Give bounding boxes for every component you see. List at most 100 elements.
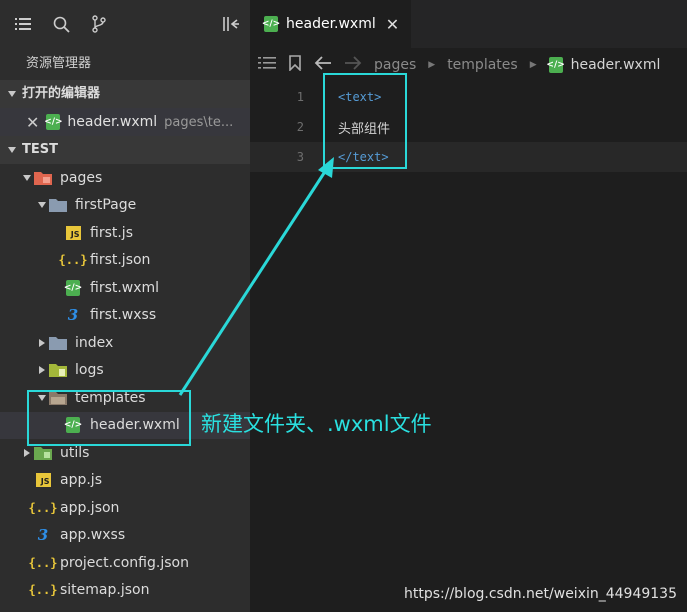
chevron-right-icon[interactable]	[39, 338, 45, 347]
tree-folder[interactable]: pages	[0, 164, 250, 192]
wxml-file-icon: </>	[44, 114, 63, 130]
tree-file[interactable]: {..} first.json	[0, 247, 250, 275]
breadcrumb-pages[interactable]: pages	[374, 57, 416, 73]
tree-file[interactable]: {..} project.config.json	[0, 549, 250, 577]
folder-utils-icon	[34, 446, 52, 460]
folder-icon	[49, 199, 67, 213]
open-editors-label: 打开的编辑器	[22, 86, 101, 101]
wxml-file-icon: </>	[64, 279, 82, 296]
project-header[interactable]: TEST	[0, 136, 250, 164]
file-icon-slot	[49, 196, 67, 214]
file-icon-slot: {..}	[29, 554, 58, 572]
tree-file[interactable]: {..} app.json	[0, 494, 250, 522]
tree-item-label: first.wxss	[90, 307, 157, 324]
json-file-icon: {..}	[28, 555, 58, 570]
folder-pages-icon	[34, 171, 52, 185]
search-icon[interactable]	[52, 15, 70, 33]
chevron-down-icon[interactable]	[23, 174, 31, 181]
file-icon-slot	[34, 444, 52, 462]
tree-file[interactable]: {..} sitemap.json	[0, 577, 250, 605]
js-file-icon: JS	[35, 473, 51, 488]
breadcrumb-file[interactable]: header.wxml	[571, 57, 661, 73]
tree-file[interactable]: 3 first.wxss	[0, 302, 250, 330]
file-tree: pages firstPage JS first.js {..} first.json </…	[0, 164, 250, 604]
caret-slot	[20, 174, 34, 181]
breadcrumb: pages ▶ templates ▶ </> header.wxml	[250, 48, 687, 82]
back-arrow-icon[interactable]	[314, 56, 332, 74]
close-icon[interactable]: ✕	[26, 113, 39, 132]
tree-file[interactable]: JS first.js	[0, 219, 250, 247]
caret-slot	[35, 366, 49, 375]
chevron-down-icon	[8, 91, 16, 97]
tree-item-label: first.js	[90, 224, 133, 241]
line-number: 2	[296, 120, 304, 134]
chevron-down-icon	[8, 147, 16, 153]
tree-item-label: project.config.json	[60, 554, 189, 571]
list-icon[interactable]	[258, 56, 276, 74]
tree-item-label: app.json	[60, 499, 120, 516]
wxml-file-icon: </>	[546, 57, 565, 73]
editor-area: </> header.wxml ✕ pages ▶ templates ▶ </…	[250, 0, 687, 612]
annotation-label: 新建文件夹、.wxml文件	[201, 412, 432, 436]
explorer-sidebar: 资源管理器 打开的编辑器 ✕ </> header.wxml pages\te.…	[0, 0, 250, 612]
chevron-right-icon: ▶	[529, 60, 537, 70]
code-line-active[interactable]: 3 </text>	[250, 142, 687, 172]
chevron-right-icon: ▶	[428, 60, 436, 70]
watermark: https://blog.csdn.net/weixin_44949135	[403, 586, 677, 602]
tree-file[interactable]: JS app.js	[0, 467, 250, 495]
open-editor-item[interactable]: ✕ </> header.wxml pages\te...	[0, 108, 250, 136]
code-line[interactable]: 2 头部组件	[250, 112, 687, 142]
tab-bar: </> header.wxml ✕	[250, 0, 687, 48]
caret-slot	[20, 448, 34, 457]
tree-item-label: utils	[60, 444, 90, 461]
breadcrumb-templates[interactable]: templates	[447, 57, 518, 73]
wxss-file-icon: 3	[67, 306, 79, 325]
file-icon-slot	[49, 361, 67, 379]
menu-icon[interactable]	[14, 15, 32, 33]
sidebar-toolbar	[0, 0, 250, 48]
file-icon-slot: JS	[34, 471, 52, 489]
close-icon[interactable]: ✕	[386, 15, 399, 34]
forward-arrow-icon[interactable]	[344, 56, 362, 74]
folder-logs-icon	[49, 364, 67, 378]
json-file-icon: {..}	[28, 583, 58, 598]
open-editor-filename: header.wxml	[67, 114, 158, 130]
caret-slot	[35, 202, 49, 209]
code-line[interactable]: 1 <text>	[250, 82, 687, 112]
tree-folder[interactable]: index	[0, 329, 250, 357]
tree-item-label: index	[75, 334, 114, 351]
json-file-icon: {..}	[58, 253, 88, 268]
chevron-right-icon[interactable]	[39, 366, 45, 375]
tree-file[interactable]: 3 app.wxss	[0, 522, 250, 550]
tree-folder[interactable]: logs	[0, 357, 250, 385]
tree-item-label: logs	[75, 362, 104, 379]
open-editor-path: pages\te...	[164, 114, 234, 130]
file-icon-slot: {..}	[29, 581, 58, 599]
file-icon-slot: 3	[64, 306, 82, 324]
line-number: 1	[296, 90, 304, 104]
open-editors-header[interactable]: 打开的编辑器	[0, 80, 250, 108]
tree-item-label: app.wxss	[60, 527, 126, 544]
tree-item-label: first.wxml	[90, 279, 160, 296]
file-icon-slot: 3	[34, 526, 52, 544]
js-file-icon: JS	[65, 225, 81, 240]
source-control-icon[interactable]	[90, 15, 108, 33]
tree-item-label: app.js	[60, 472, 102, 489]
tree-folder[interactable]: firstPage	[0, 192, 250, 220]
chevron-right-icon[interactable]	[24, 448, 30, 457]
tree-item-label: firstPage	[75, 197, 137, 214]
sidebar-title: 资源管理器	[26, 56, 92, 71]
tab-header-wxml[interactable]: </> header.wxml ✕	[250, 0, 412, 48]
code-editor[interactable]: 1 <text> 2 头部组件 3 </text>	[250, 82, 687, 172]
chevron-down-icon[interactable]	[38, 202, 46, 209]
tree-file[interactable]: </> first.wxml	[0, 274, 250, 302]
folder-icon	[49, 336, 67, 350]
collapse-panel-icon[interactable]	[222, 15, 240, 33]
file-icon-slot	[34, 169, 52, 187]
line-number: 3	[296, 150, 304, 164]
caret-slot	[35, 338, 49, 347]
file-icon-slot: JS	[64, 224, 82, 242]
file-icon-slot: {..}	[29, 499, 58, 517]
bookmark-icon[interactable]	[288, 55, 302, 75]
file-icon-slot: </>	[64, 279, 82, 297]
